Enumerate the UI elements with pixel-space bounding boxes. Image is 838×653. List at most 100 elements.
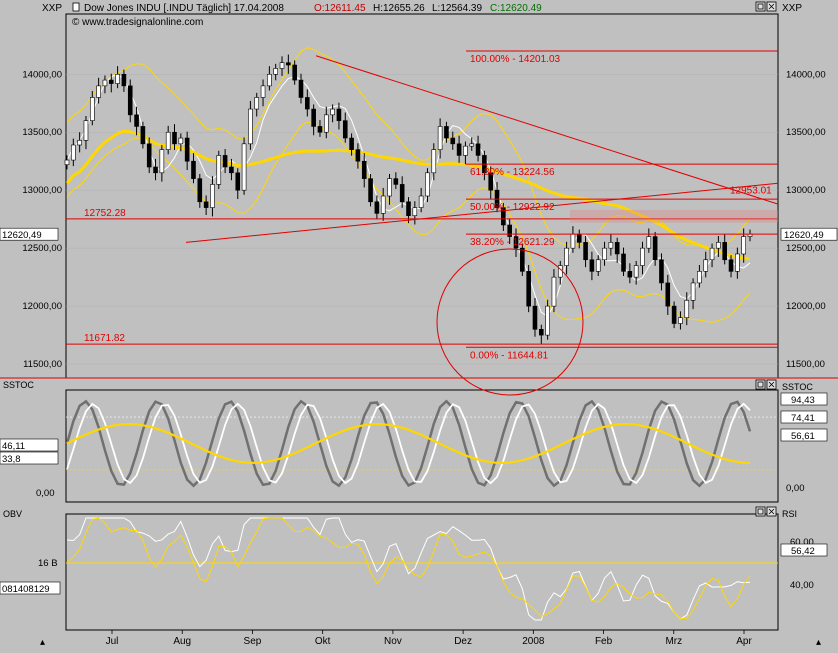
candle-body <box>437 126 443 150</box>
candle-body <box>709 247 715 261</box>
candle-body <box>646 236 652 249</box>
low-value: L:12564.39 <box>432 3 482 14</box>
sstoc-close-button[interactable] <box>766 379 777 390</box>
candle-body <box>298 79 304 98</box>
candle-body <box>311 108 316 127</box>
scroll-up-left-icon[interactable]: ▴ <box>40 637 45 648</box>
candle-body <box>412 207 418 217</box>
chart-canvas: XXP XXP Dow Jones INDU [.INDU Täglich] 1… <box>0 0 838 648</box>
candle-body <box>652 236 658 261</box>
candle-body <box>551 276 557 307</box>
candle-body <box>640 247 645 266</box>
candle-body <box>728 259 734 272</box>
x-tick-label: Jul <box>106 636 119 647</box>
candle-body <box>184 137 190 162</box>
candle-body <box>89 97 95 121</box>
candle-body <box>387 178 392 197</box>
fib-level-label: 0.00% - 11644.81 <box>470 350 549 361</box>
last-value-label-right: 12620,49 <box>784 230 824 241</box>
x-tick-label: Nov <box>384 636 402 647</box>
last-value-label-left: 12620,49 <box>2 230 42 241</box>
candle-body <box>342 120 348 139</box>
candle-body <box>172 131 177 145</box>
candle-body <box>146 143 152 168</box>
obv-restore-button[interactable] <box>755 506 766 517</box>
scroll-up-right-icon[interactable]: ▴ <box>816 637 821 648</box>
candle-body <box>153 166 158 174</box>
candle-body <box>121 73 127 87</box>
high-value: H:12655.26 <box>373 3 425 14</box>
horizontal-level-label: 12752.28 <box>84 208 126 219</box>
rsi-tick-label: 40,00 <box>790 580 814 591</box>
candle-body <box>469 143 475 147</box>
candle-body <box>292 64 297 81</box>
candle-body <box>374 201 380 214</box>
website-label: © www.tradesignalonline.com <box>72 17 203 28</box>
candle-body <box>197 178 203 203</box>
candle-body <box>273 68 278 75</box>
candle-body <box>532 305 538 330</box>
candle-body <box>317 126 323 133</box>
sstoc-panel <box>65 389 779 503</box>
candle-body <box>602 247 607 261</box>
x-tick-label: Dez <box>454 636 472 647</box>
fib-level-label: 100.00% - 14201.03 <box>470 54 561 65</box>
candle-body <box>425 172 430 197</box>
candle-body <box>444 126 449 139</box>
candle-body <box>330 108 335 116</box>
price-y-tick-label-right: 12000,00 <box>786 301 826 312</box>
price-y-tick-label: 13000,00 <box>22 185 62 196</box>
candle-icon <box>72 2 80 12</box>
candle-body <box>96 85 101 98</box>
obv-tick-label: 16 B <box>38 558 58 569</box>
candle-body <box>539 329 544 336</box>
candle-body <box>336 108 342 121</box>
candle-body <box>235 172 241 191</box>
candle-body <box>380 195 386 214</box>
x-tick-label: Aug <box>173 636 191 647</box>
price-restore-button[interactable] <box>755 1 766 12</box>
obv-panel <box>65 513 779 631</box>
candle-body <box>703 259 709 272</box>
candle-body <box>241 143 247 191</box>
candle-body <box>741 236 746 255</box>
candle-body <box>570 233 576 249</box>
candle-body <box>108 79 114 84</box>
resistance-zone <box>570 209 778 223</box>
candle-body <box>127 85 133 116</box>
obv-close-button[interactable] <box>766 506 777 517</box>
candle-body <box>254 97 260 110</box>
candle-body <box>463 145 468 156</box>
fib-level-label: 61.80% - 13224.56 <box>470 167 555 178</box>
left-axis-label: XXP <box>42 3 62 14</box>
candle-body <box>614 242 620 255</box>
close-value: C:12620.49 <box>490 3 542 14</box>
open-value: O:12611.45 <box>314 3 366 14</box>
price-y-tick-label-right: 12500,00 <box>786 243 826 254</box>
price-y-tick-label-right: 11500,00 <box>786 359 825 370</box>
candle-body <box>684 300 690 319</box>
candle-body <box>735 253 740 272</box>
sstoc-left-value: 33,8 <box>2 454 21 465</box>
candle-body <box>627 271 633 278</box>
candle-body <box>77 140 82 146</box>
candle-body <box>349 137 354 150</box>
fib-level-label: 50.00% - 12922.92 <box>470 202 555 213</box>
x-tick-label: Sep <box>244 636 262 647</box>
candle-body <box>191 160 196 179</box>
sstoc-restore-button[interactable] <box>755 379 766 390</box>
candle-body <box>323 114 329 133</box>
chart-title: Dow Jones INDU [.INDU Täglich] 17.04.200… <box>84 3 284 14</box>
obv-value-label: 081408129 <box>2 584 50 595</box>
candle-body <box>456 143 462 156</box>
price-close-button[interactable] <box>766 1 777 12</box>
price-y-tick-label: 12500,00 <box>22 243 62 254</box>
candle-body <box>210 184 215 208</box>
chart-window: XXP XXP Dow Jones INDU [.INDU Täglich] 1… <box>0 0 838 648</box>
candle-body <box>406 201 411 217</box>
candle-body <box>64 159 70 166</box>
x-tick-label: Okt <box>315 636 331 647</box>
fib-level-label: 38.20% - 12621.29 <box>470 237 555 248</box>
candle-body <box>431 149 437 174</box>
candle-body <box>267 73 272 87</box>
